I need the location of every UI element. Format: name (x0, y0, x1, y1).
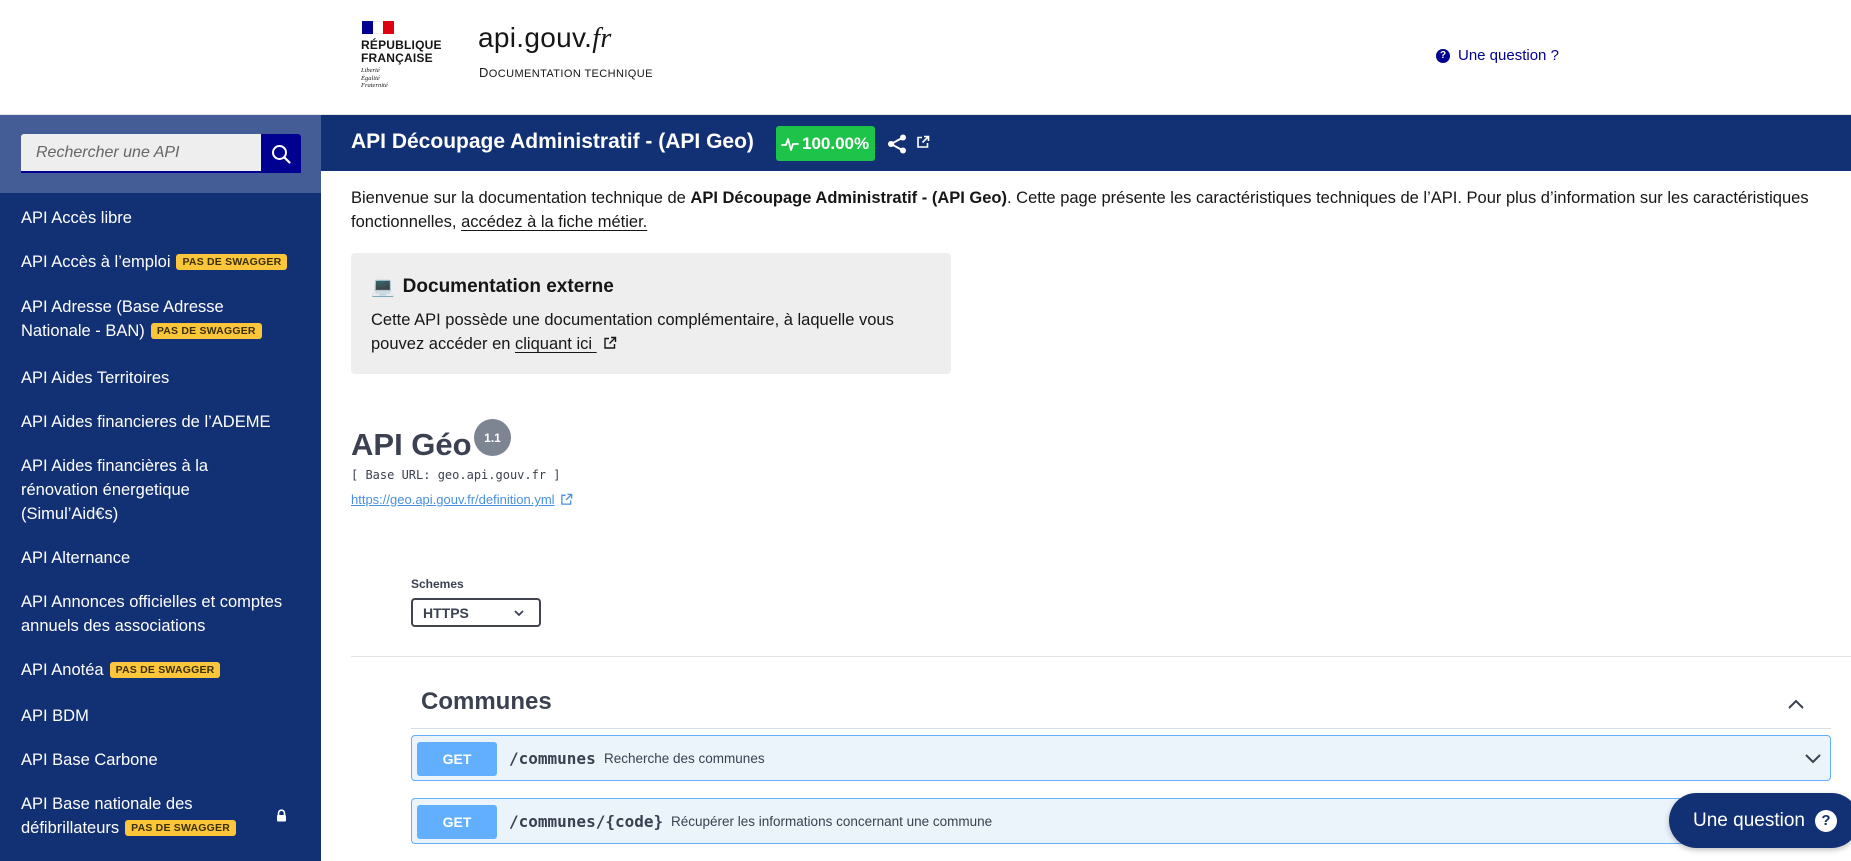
api-title-bar: API Découpage Administratif - (API Geo) … (321, 115, 1851, 171)
version-badge: 1.1 (474, 419, 511, 456)
sidebar-item[interactable]: API BDM (21, 704, 311, 728)
chevron-down-icon (514, 609, 524, 616)
operation-summary: Récupérer les informations concernant un… (671, 814, 993, 829)
sidebar-item-label: API Base Carbone (21, 751, 158, 769)
definition-link[interactable]: https://geo.api.gouv.fr/definition.yml (351, 492, 573, 507)
operation-get-communes[interactable]: GET /communes Recherche des communes (411, 735, 1831, 781)
external-link-icon[interactable] (916, 135, 930, 149)
external-doc-link-label: cliquant ici (515, 335, 593, 353)
question-icon: ? (1814, 809, 1837, 832)
section-divider (351, 656, 1851, 657)
no-swagger-badge: PAS DE SWAGGER (109, 662, 221, 678)
question-link-label: Une question ? (1458, 47, 1559, 64)
sidebar-item-label: API Aides financieres de l’ADEME (21, 413, 271, 431)
base-url: [ Base URL: geo.api.gouv.fr ] (351, 468, 561, 482)
lock-icon (277, 809, 286, 822)
sidebar-item[interactable]: API Aides financieres de l’ADEME (21, 410, 311, 434)
pulse-icon (781, 137, 799, 151)
question-icon: ? (1436, 48, 1450, 63)
external-doc-line-2: pouvez accéder en (371, 335, 516, 353)
site-title-gouv: .gouv. (516, 22, 593, 53)
sidebar-item[interactable]: API Alternance (21, 546, 311, 570)
search-box (0, 115, 321, 193)
sidebar-item[interactable]: API Anotéa PAS DE SWAGGER (21, 658, 311, 682)
sidebar-item-label: API Annonces officielles et comptes annu… (21, 593, 283, 635)
motto-liberte: Liberté (361, 67, 380, 74)
sidebar-item[interactable]: API Adresse (Base Adresse Nationale - BA… (21, 295, 291, 343)
definition-link-label: https://geo.api.gouv.fr/definition.yml (351, 492, 555, 507)
external-doc-title: 💻 Documentation externe (371, 275, 614, 299)
motto-egalite: Égalité (361, 74, 380, 82)
external-doc-link[interactable]: cliquant ici (515, 335, 617, 353)
uptime-badge[interactable]: 100.00% (776, 126, 876, 161)
no-swagger-badge: PAS DE SWAGGER (176, 254, 288, 270)
sidebar-item[interactable]: API Accès libre (21, 206, 311, 230)
sidebar-item-label: API Accès à l’emploi (21, 253, 171, 271)
api-page-title: API Découpage Administratif - (API Geo) (351, 130, 754, 153)
search-icon (272, 144, 291, 164)
fiche-metier-link[interactable]: accédez à la fiche métier. (461, 213, 647, 231)
external-link-icon (560, 493, 572, 505)
site-header: RÉPUBLIQUE FRANÇAISE Liberté Égalité Fra… (0, 0, 1851, 115)
sidebar-item[interactable]: API Accès à l’emploi PAS DE SWAGGER (21, 250, 311, 274)
chevron-up-icon[interactable] (1786, 694, 1806, 714)
sidebar-item[interactable]: API Aides Territoires (21, 366, 311, 390)
laptop-icon: 💻 (371, 277, 395, 298)
sidebar-item-label: API Aides financières à la rénovation én… (21, 457, 209, 523)
http-method-badge: GET (417, 805, 497, 839)
sidebar-item-label: API Aides Territoires (21, 369, 170, 387)
chat-question-button[interactable]: Une question ? (1669, 793, 1851, 848)
operation-path: /communes/{code} (509, 812, 664, 831)
republique-francaise-logo[interactable]: RÉPUBLIQUE FRANÇAISE (361, 39, 442, 65)
no-swagger-badge: PAS DE SWAGGER (125, 820, 237, 836)
intro-text-after: . Cette page présente les caractéristiqu… (1007, 189, 1809, 207)
sidebar-item-label: API BDM (21, 707, 89, 725)
site-subtitle-initial: D (479, 65, 489, 80)
republic-line-2: FRANÇAISE (361, 51, 433, 65)
site-subtitle-rest: OCUMENTATION TECHNIQUE (488, 68, 653, 80)
swagger-api-title: API Géo (351, 427, 472, 462)
operation-summary: Recherche des communes (604, 751, 765, 766)
share-icon[interactable] (886, 133, 908, 155)
uptime-value: 100.00% (802, 133, 870, 153)
site-subtitle: DOCUMENTATION TECHNIQUE (479, 65, 653, 80)
search-input[interactable] (21, 134, 261, 173)
intro-line-2: fonctionnelles, (351, 213, 462, 231)
search-button[interactable] (261, 134, 301, 173)
sidebar-item-label: API Accès libre (21, 209, 132, 227)
site-title[interactable]: api.gouv.fr (478, 22, 612, 55)
external-doc-text: Cette API possède une documentation comp… (371, 308, 941, 356)
operation-path: /communes (509, 749, 596, 768)
schemes-label: Schemes (411, 577, 464, 591)
chat-question-label: Une question (1693, 809, 1805, 831)
external-link-icon (603, 336, 616, 349)
site-title-api: api (478, 22, 517, 53)
operation-get-commune-by-code[interactable]: GET /communes/{code} Récupérer les infor… (411, 798, 1831, 844)
intro-api-name: API Découpage Administratif - (API Geo) (690, 189, 1007, 207)
intro-paragraph: Bienvenue sur la documentation technique… (351, 186, 1851, 234)
external-doc-line-1: Cette API possède une documentation comp… (371, 311, 894, 329)
tag-underline (411, 728, 1831, 729)
tag-section-title[interactable]: Communes (421, 688, 552, 716)
intro-text: Bienvenue sur la documentation technique… (351, 189, 691, 207)
schemes-select[interactable]: HTTPS (411, 598, 541, 627)
marianne-flag-logo (362, 21, 395, 34)
question-link[interactable]: ? Une question ? (1436, 47, 1559, 64)
sidebar-item-label: API Alternance (21, 549, 131, 567)
no-swagger-badge: PAS DE SWAGGER (150, 323, 262, 339)
sidebar-item[interactable]: API Base Carbone (21, 748, 311, 772)
motto-fraternite: Fraternité (361, 82, 388, 89)
sidebar-item[interactable]: API Aides financières à la rénovation én… (21, 454, 241, 526)
republic-motto: Liberté Égalité Fraternité (361, 67, 388, 90)
sidebar-item-label: API Anotéa (21, 661, 104, 679)
sidebar-item[interactable]: API Base nationale des défibrillateurs PA… (21, 792, 271, 840)
http-method-badge: GET (417, 742, 497, 776)
chevron-down-icon (1805, 754, 1821, 764)
external-doc-title-text: Documentation externe (402, 276, 614, 297)
sidebar-item[interactable]: API Annonces officielles et comptes annu… (21, 590, 311, 638)
external-doc-callout: 💻 Documentation externe Cette API possède… (351, 253, 951, 374)
site-title-fr: fr (592, 23, 612, 54)
schemes-selected-value: HTTPS (423, 604, 469, 621)
